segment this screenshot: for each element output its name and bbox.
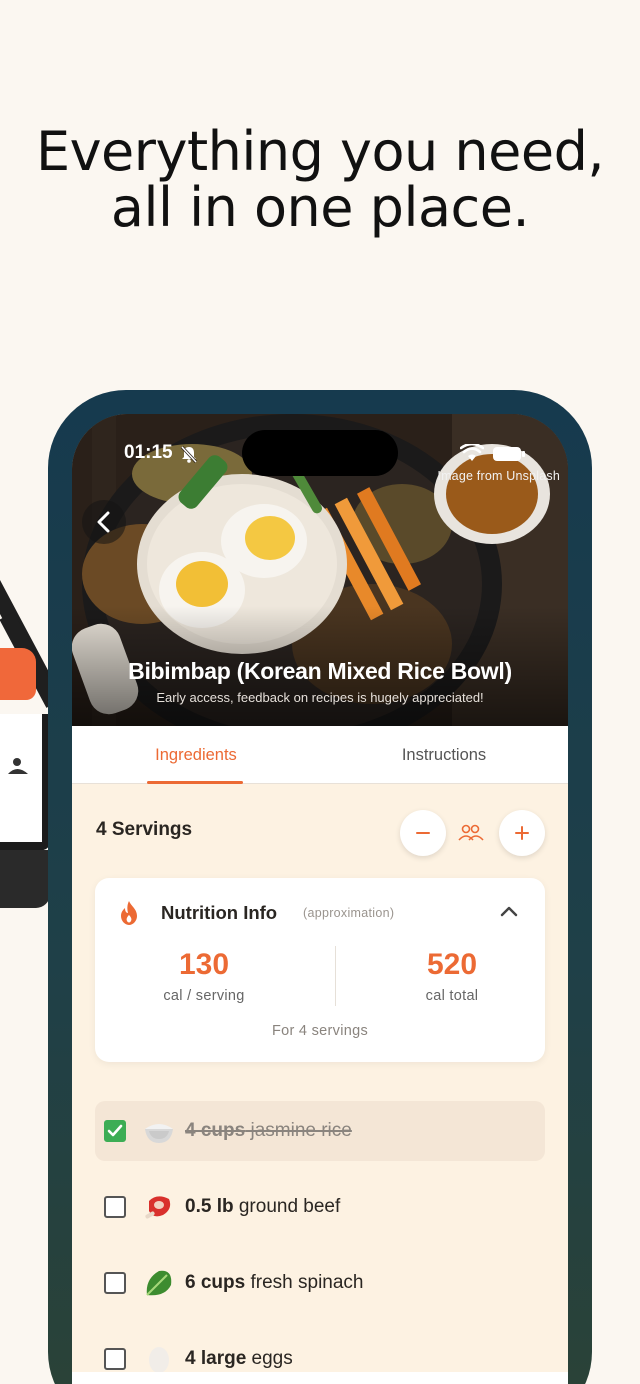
ingredient-text: 0.5 lb ground beef [185, 1196, 340, 1218]
plus-icon [515, 826, 529, 840]
flame-icon [121, 901, 137, 925]
ingredient-checkbox[interactable] [104, 1196, 126, 1218]
increase-servings-button[interactable] [499, 810, 545, 856]
recipe-subtitle: Early access, feedback on recipes is hug… [156, 690, 484, 705]
ingredient-name: ground beef [238, 1196, 341, 1217]
phone-frame: 01:15 Image from Unsplash Bibimbap (Kore… [48, 390, 592, 1384]
chevron-up-icon[interactable] [499, 904, 519, 918]
calories-total-value: 520 [426, 948, 478, 981]
headline-line-2: all in one place. [110, 176, 530, 239]
status-time: 01:15 [124, 442, 173, 463]
active-tab-indicator [147, 781, 243, 784]
wifi-icon [460, 444, 484, 461]
headline-line-1: Everything you need, [35, 120, 605, 183]
calories-total-label: cal total [425, 988, 479, 1004]
bottom-action-bar [72, 1372, 568, 1384]
tab-instructions-label: Instructions [401, 746, 487, 764]
checkmark-icon [107, 1124, 123, 1137]
ingredient-row[interactable]: 6 cups fresh spinach [95, 1253, 545, 1313]
ingredient-quantity: 4 large [185, 1348, 247, 1369]
back-button[interactable] [82, 500, 126, 544]
nutrition-card: Nutrition Info (approximation) 130 cal /… [95, 878, 545, 1062]
ingredient-checkbox[interactable] [104, 1272, 126, 1294]
minus-icon [416, 832, 430, 834]
background-phone-card [0, 714, 50, 850]
recipe-tabs: Ingredients Instructions [72, 726, 568, 784]
background-phone-bottom [0, 850, 50, 908]
phone-screen: 01:15 Image from Unsplash Bibimbap (Kore… [72, 414, 568, 1384]
tab-ingredients[interactable]: Ingredients [72, 726, 320, 784]
tab-ingredients-label: Ingredients [155, 746, 237, 764]
nutrition-title: Nutrition Info [161, 902, 278, 923]
ingredient-name: jasmine rice [250, 1120, 352, 1141]
calories-per-serving-value: 130 [178, 948, 230, 981]
ingredient-checkbox[interactable] [104, 1120, 126, 1142]
nutrition-footer: For 4 servings [271, 1023, 369, 1039]
chevron-left-icon [97, 511, 110, 533]
nutrition-divider [335, 946, 336, 1006]
calories-per-serving-label: cal / serving [163, 988, 245, 1004]
servings-label: 4 Servings [96, 819, 193, 840]
ingredient-row[interactable]: 0.5 lb ground beef [95, 1177, 545, 1237]
people-icon [458, 824, 484, 841]
rice-icon [145, 1124, 173, 1143]
ingredient-text: 6 cups fresh spinach [185, 1272, 364, 1294]
bell-muted-icon [180, 445, 198, 463]
background-phone [0, 512, 61, 910]
person-icon [8, 758, 28, 774]
nutrition-approx-note: (approximation) [303, 906, 395, 920]
image-credit: Image from Unsplash [437, 469, 560, 483]
background-phone-orange-shape [0, 648, 36, 700]
ingredient-quantity: 6 cups [185, 1272, 246, 1293]
ingredient-checkbox[interactable] [104, 1348, 126, 1370]
ingredient-row[interactable]: 4 cups jasmine rice [95, 1101, 545, 1161]
ingredient-quantity: 4 cups [185, 1120, 246, 1141]
ingredients-panel: 4 Servings Nutrition Info (approximation… [72, 785, 568, 1384]
tab-instructions[interactable]: Instructions [320, 726, 568, 784]
ingredient-name: eggs [251, 1348, 293, 1369]
ingredient-name: fresh spinach [250, 1272, 364, 1293]
decrease-servings-button[interactable] [400, 810, 446, 856]
ingredient-text: 4 large eggs [185, 1348, 293, 1370]
ingredient-quantity: 0.5 lb [185, 1196, 234, 1217]
meat-icon [145, 1196, 171, 1219]
spinach-icon [146, 1270, 172, 1296]
battery-icon [493, 447, 525, 461]
egg-icon [149, 1347, 169, 1373]
headline: Everything you need, all in one place. [0, 124, 640, 236]
dynamic-island [242, 430, 398, 476]
ingredient-text: 4 cups jasmine rice [185, 1120, 352, 1142]
recipe-title: Bibimbap (Korean Mixed Rice Bowl) [128, 658, 512, 684]
